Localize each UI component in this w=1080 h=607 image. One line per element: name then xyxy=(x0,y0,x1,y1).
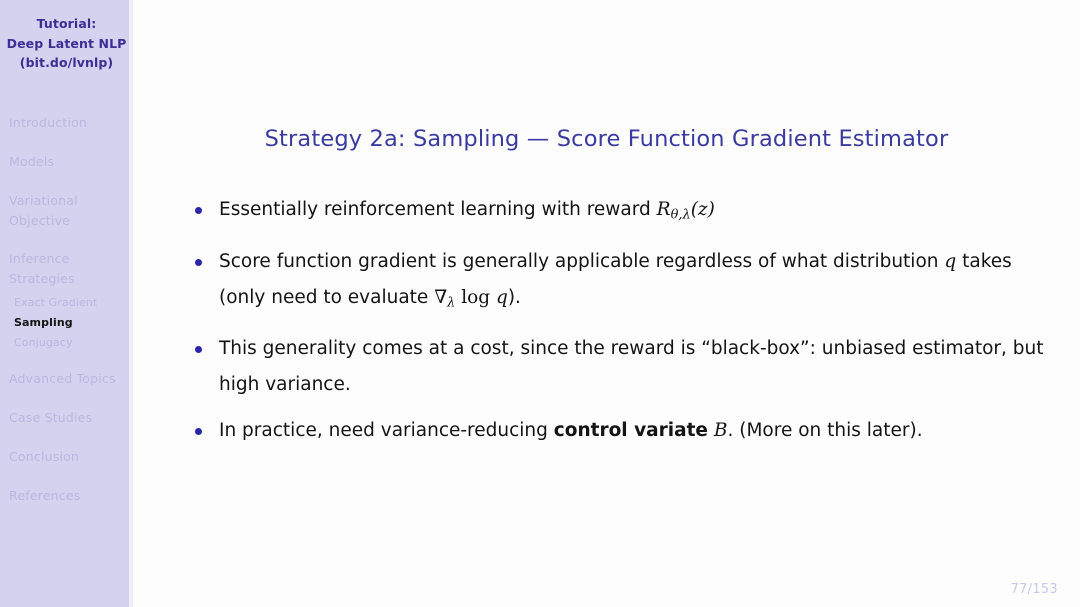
bullet-4-text-2: . (More on this later). xyxy=(727,420,923,442)
bullet-4-bold-term: control variate xyxy=(553,420,708,442)
slide-title: Strategy 2a: Sampling — Score Function G… xyxy=(264,126,949,152)
bullet-1-math-R: R xyxy=(656,199,671,220)
bullet-2-math-log: log xyxy=(455,286,496,308)
sidebar-subsection-list: Exact Gradient Sampling Conjugacy xyxy=(0,293,133,353)
sidebar-item-variational-objective-line1: Variational xyxy=(9,192,78,208)
sidebar-item-models[interactable]: Models xyxy=(0,152,133,172)
bullet-list: Essentially reinforcement learning with … xyxy=(133,192,1080,449)
bullet-item-4: In practice, need variance-reducing cont… xyxy=(189,413,1060,449)
sidebar-item-inference-strategies-line2: Strategies xyxy=(9,270,75,286)
sidebar-item-conclusion[interactable]: Conclusion xyxy=(0,447,133,467)
sidebar-item-advanced-topics[interactable]: Advanced Topics xyxy=(0,369,133,389)
bullet-4-math-B: B xyxy=(713,420,728,442)
sidebar-item-inference-strategies-line1: Inference xyxy=(9,250,70,266)
page-number: 77/153 xyxy=(1010,582,1058,597)
sidebar-subitem-conjugacy[interactable]: Conjugacy xyxy=(0,333,133,353)
bullet-2-math-nabla: ∇ xyxy=(434,286,448,308)
sidebar-navigation: Tutorial: Deep Latent NLP (bit.do/lvnlp)… xyxy=(0,0,133,607)
sidebar-subitem-exact-gradient[interactable]: Exact Gradient xyxy=(0,293,133,313)
bullet-item-3: This generality comes at a cost, since t… xyxy=(189,331,1060,403)
bullet-1-math-arg: (z) xyxy=(690,199,715,220)
sidebar-title-line-1: Tutorial: xyxy=(36,16,97,31)
sidebar-item-introduction[interactable]: Introduction xyxy=(0,113,133,133)
sidebar-item-variational-objective-line2: Objective xyxy=(9,212,71,228)
sidebar-tutorial-title: Tutorial: Deep Latent NLP (bit.do/lvnlp) xyxy=(0,14,133,73)
bullet-1-text-1: Essentially reinforcement learning with … xyxy=(219,199,657,220)
bullet-2-math-q2: q xyxy=(495,286,508,308)
sidebar-item-variational-objective[interactable]: Variational Objective xyxy=(0,191,133,231)
bullet-item-2: Score function gradient is generally app… xyxy=(189,244,1060,322)
sidebar-title-line-2: Deep Latent NLP xyxy=(6,35,127,51)
bullet-1-math-subscript: θ,λ xyxy=(670,207,691,223)
bullet-2-math-q: q xyxy=(944,250,957,272)
sidebar-item-references[interactable]: References xyxy=(0,486,133,506)
bullet-4-text-1: In practice, need variance-reducing xyxy=(219,420,554,442)
presentation-slide: Tutorial: Deep Latent NLP (bit.do/lvnlp)… xyxy=(0,0,1080,607)
sidebar-item-case-studies[interactable]: Case Studies xyxy=(0,408,133,428)
sidebar-section-list: Introduction Models Variational Objectiv… xyxy=(0,113,133,506)
bullet-2-text-3: ). xyxy=(507,286,521,308)
bullet-3-text: This generality comes at a cost, since t… xyxy=(219,338,1044,396)
sidebar-subitem-sampling[interactable]: Sampling xyxy=(0,313,133,333)
slide-body: Strategy 2a: Sampling — Score Function G… xyxy=(133,0,1080,607)
bullet-2-text-1: Score function gradient is generally app… xyxy=(219,250,945,272)
bullet-item-1: Essentially reinforcement learning with … xyxy=(189,192,1060,234)
sidebar-title-line-3: (bit.do/lvnlp) xyxy=(19,55,114,70)
sidebar-item-inference-strategies[interactable]: Inference Strategies xyxy=(0,249,133,289)
